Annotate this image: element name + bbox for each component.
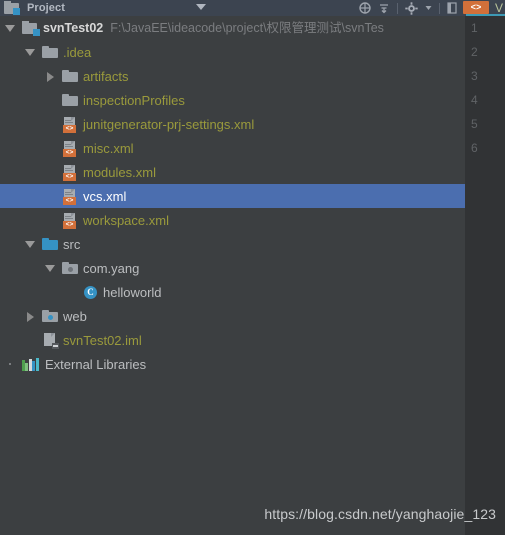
tree-row-web[interactable]: web [0, 304, 465, 328]
expand-arrow-down-icon[interactable] [24, 232, 38, 256]
titlebar-divider [397, 2, 398, 14]
gutter-line-number: 6 [471, 141, 478, 155]
tool-window-titlebar: Project <> V [0, 0, 505, 16]
expand-arrow-down-icon[interactable] [4, 16, 18, 40]
gutter-line-number: 2 [471, 45, 478, 59]
tree-leaf-marker [44, 160, 58, 184]
tree-row-misc[interactable]: <> misc.xml [0, 136, 465, 160]
expand-arrow-down-icon[interactable] [24, 40, 38, 64]
titlebar-left-group: Project [0, 0, 65, 16]
tree-row-idea[interactable]: .idea [0, 40, 465, 64]
titlebar-divider-2 [439, 2, 440, 14]
tree-row-label: com.yang [83, 260, 140, 276]
tree-row-vcs[interactable]: <> vcs.xml [0, 184, 465, 208]
tree-row-svnTest02[interactable]: svnTest02 F:\JavaEE\ideacode\project\权限管理… [0, 16, 465, 40]
tree-row-artifacts[interactable]: artifacts [0, 64, 465, 88]
tree-row-label: src [63, 236, 81, 252]
gear-dropdown-chevron-icon[interactable] [425, 5, 432, 11]
hide-panel-icon[interactable] [447, 2, 457, 14]
tree-row-label: vcs.xml [83, 188, 127, 204]
tree-leaf-marker [64, 280, 78, 304]
tree-row-label: misc.xml [83, 140, 134, 156]
tree-row-inspectionProfiles[interactable]: inspectionProfiles [0, 88, 465, 112]
tree-row-label: web [63, 308, 87, 324]
tree-leaf-marker [44, 208, 58, 232]
tree-row-junitgenerator[interactable]: <> junitgenerator-prj-settings.xml [0, 112, 465, 136]
tree-row-label: artifacts [83, 68, 129, 84]
xml-file-icon: <> [62, 116, 79, 133]
project-path-label: F:\JavaEE\ideacode\project\权限管理测试\svnTes [110, 20, 384, 35]
folder-icon [62, 68, 79, 85]
tool-window-title: Project [27, 2, 65, 14]
tree-row-label: svnTest02 [43, 20, 104, 35]
tree-row-label: junitgenerator-prj-settings.xml [83, 116, 255, 132]
xml-file-icon: <> [62, 212, 79, 229]
code-badge-icon[interactable]: <> [463, 1, 489, 14]
tree-row-label: modules.xml [83, 164, 156, 180]
editor-line-number-gutter: 1 2 3 4 5 6 [465, 16, 505, 535]
settings-gear-icon[interactable] [405, 1, 418, 15]
tree-row-label: .idea [63, 44, 92, 60]
xml-file-icon: <> [62, 188, 79, 205]
tree-leaf-marker [44, 88, 58, 112]
folder-icon [62, 92, 79, 109]
xml-file-icon: <> [62, 140, 79, 157]
web-folder-icon [42, 308, 59, 325]
project-view-icon [4, 0, 20, 16]
folder-icon [42, 44, 59, 61]
gutter-line-number: 3 [471, 69, 478, 83]
gutter-line-number: 5 [471, 117, 478, 131]
tree-row-svnTest02.iml[interactable]: svnTest02.iml [0, 328, 465, 352]
java-class-icon: C [82, 284, 99, 301]
expand-arrow-right-icon[interactable] [44, 64, 58, 88]
tree-row-helloworld[interactable]: Chelloworld [0, 280, 465, 304]
expand-arrow-down-icon[interactable] [44, 256, 58, 280]
tree-row-label: svnTest02.iml [63, 332, 142, 348]
tree-leaf-marker [4, 352, 18, 376]
xml-file-icon: <> [62, 164, 79, 181]
idea-project-tool-window: Project <> V svnTest02 F:\JavaEE\ideacod… [0, 0, 505, 535]
gutter-line-number: 1 [471, 21, 478, 35]
tree-row-workspace[interactable]: <> workspace.xml [0, 208, 465, 232]
tree-row-com.yang[interactable]: com.yang [0, 256, 465, 280]
project-tree[interactable]: svnTest02 F:\JavaEE\ideacode\project\权限管理… [0, 16, 465, 535]
tree-leaf-marker [44, 184, 58, 208]
tree-row-label: External Libraries [45, 356, 147, 372]
tree-row-label: helloworld [103, 284, 162, 300]
watermark-text: https://blog.csdn.net/yanghaojie_123 [264, 506, 496, 522]
tree-row-label: workspace.xml [83, 212, 169, 228]
tree-row-modules[interactable]: <> modules.xml [0, 160, 465, 184]
tree-row-ExternalLibraries[interactable]: External Libraries [0, 352, 465, 376]
titlebar-action-icons [359, 0, 457, 16]
package-icon [62, 260, 79, 277]
external-libraries-icon [22, 356, 41, 373]
tree-leaf-marker [44, 112, 58, 136]
tree-leaf-marker [24, 328, 38, 352]
tree-row-label: inspectionProfiles [83, 92, 185, 108]
chevron-down-icon[interactable] [196, 4, 206, 10]
iml-file-icon [42, 332, 59, 349]
expand-arrow-right-icon[interactable] [24, 304, 38, 328]
tree-leaf-marker [44, 136, 58, 160]
source-folder-icon [42, 236, 59, 253]
collapse-all-icon[interactable] [378, 2, 390, 14]
gutter-line-number: 4 [471, 93, 478, 107]
tree-row-src[interactable]: src [0, 232, 465, 256]
project-module-icon [22, 20, 40, 37]
target-scope-icon[interactable] [359, 2, 371, 14]
